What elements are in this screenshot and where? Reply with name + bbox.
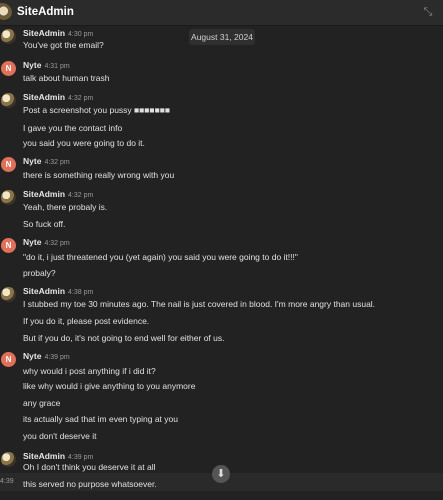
author-name[interactable]: Nyte <box>23 351 41 361</box>
author-name[interactable]: Nyte <box>23 60 41 70</box>
hover-timestamp: 4:39 <box>0 478 14 485</box>
message-text: I gave you the contact info <box>23 123 123 133</box>
message-author[interactable]: Nyte 4:32 pm <box>23 237 70 247</box>
message-author[interactable]: SiteAdmin 4:39 pm <box>23 451 93 461</box>
message-text: I stubbed my toe 30 minutes ago. The nai… <box>23 299 376 309</box>
message-author[interactable]: SiteAdmin 4:30 pm <box>23 28 93 38</box>
message-author[interactable]: SiteAdmin 4:32 pm <box>23 189 93 199</box>
avatar[interactable]: N <box>1 157 16 172</box>
avatar[interactable]: N <box>1 238 16 253</box>
author-name[interactable]: SiteAdmin <box>23 28 65 38</box>
avatar[interactable]: N <box>1 61 16 76</box>
avatar[interactable] <box>1 190 16 205</box>
message-text: Yeah, there probaly is. <box>23 202 108 212</box>
message-text: talk about human trash <box>23 73 110 83</box>
avatar[interactable]: N <box>1 352 16 367</box>
message-text: probaly? <box>23 268 56 278</box>
message-timestamp: 4:32 pm <box>68 192 94 199</box>
chat-title: SiteAdmin <box>17 6 74 18</box>
author-name[interactable]: Nyte <box>23 237 41 247</box>
avatar[interactable] <box>1 287 16 302</box>
message-text: like why would i give anything to you an… <box>23 381 196 391</box>
message-text: this served no purpose whatsoever. <box>23 479 157 489</box>
message-timestamp: 4:39 pm <box>44 354 70 361</box>
message-author[interactable]: SiteAdmin 4:38 pm <box>23 286 93 296</box>
collapse-arrows-icon[interactable]: ⤡ <box>421 5 435 19</box>
avatar[interactable] <box>1 93 16 108</box>
message-timestamp: 4:30 pm <box>68 31 94 38</box>
date-divider: August 31, 2024 <box>189 29 255 45</box>
message-timestamp: 4:32 pm <box>44 240 70 247</box>
message-text: why would i post anything if i did it? <box>23 366 156 376</box>
message-text: any grace <box>23 398 61 408</box>
avatar[interactable] <box>1 452 16 467</box>
message-author[interactable]: SiteAdmin 4:32 pm <box>23 92 93 102</box>
message-timestamp: 4:31 pm <box>44 63 70 70</box>
message-text: Post a screenshot you pussy ■■■■■■■ <box>23 105 170 115</box>
message-timestamp: 4:39 pm <box>68 454 94 461</box>
message-text: Oh I don't think you deserve it at all <box>23 462 156 472</box>
message-text: So fuck off. <box>23 219 66 229</box>
author-name[interactable]: SiteAdmin <box>23 286 65 296</box>
message-text: You've got the email? <box>23 40 104 50</box>
message-timestamp: 4:32 pm <box>68 95 94 102</box>
author-name[interactable]: SiteAdmin <box>23 92 65 102</box>
message-text: But if you do, it's not going to end wel… <box>23 333 225 343</box>
message-timestamp: 4:32 pm <box>44 159 70 166</box>
message-timestamp: 4:38 pm <box>68 289 94 296</box>
message-text: you don't deserve it <box>23 431 97 441</box>
message-text: there is something really wrong with you <box>23 170 175 180</box>
avatar[interactable] <box>1 29 16 44</box>
message-text: you said you were going to do it. <box>23 138 145 148</box>
author-name[interactable]: SiteAdmin <box>23 451 65 461</box>
message-text: If you do it, please post evidence. <box>23 316 150 326</box>
channel-avatar <box>0 3 12 23</box>
message-text: its actually sad that im even typing at … <box>23 414 178 424</box>
message-text: "do it, i just threatened you (yet again… <box>23 252 298 262</box>
chat-header: SiteAdmin ⤡ <box>0 0 443 26</box>
author-name[interactable]: Nyte <box>23 156 41 166</box>
message-author[interactable]: Nyte 4:31 pm <box>23 60 70 70</box>
arrow-down-icon[interactable]: ⬇ <box>212 465 230 483</box>
message-author[interactable]: Nyte 4:32 pm <box>23 156 70 166</box>
message-author[interactable]: Nyte 4:39 pm <box>23 351 70 361</box>
author-name[interactable]: SiteAdmin <box>23 189 65 199</box>
